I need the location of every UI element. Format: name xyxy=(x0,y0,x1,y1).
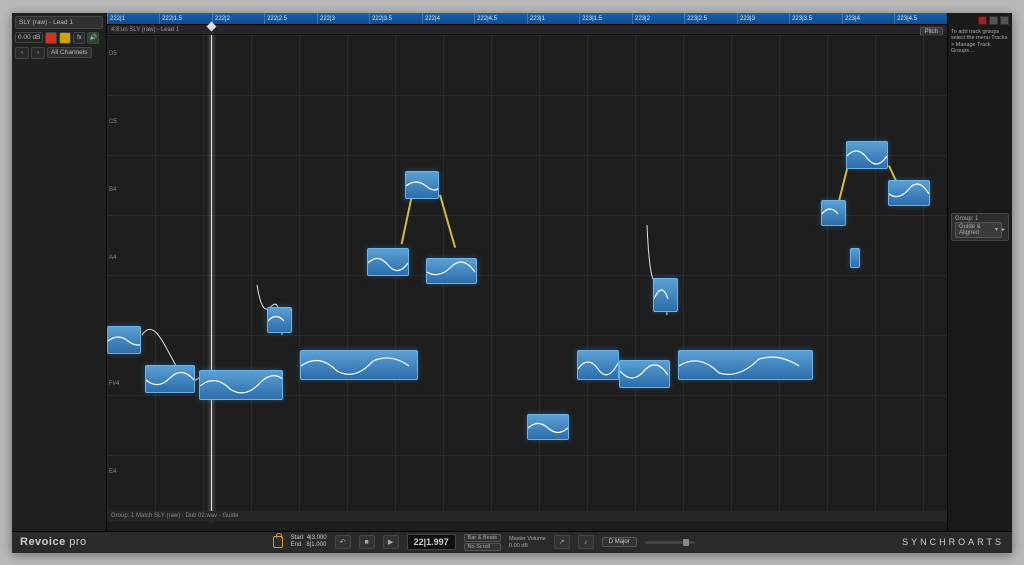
timeline-tick: 222|3 xyxy=(317,13,335,24)
note-block[interactable] xyxy=(107,326,141,354)
timeline-tick: 222|1.5 xyxy=(159,13,182,24)
timeline-tick: 223|4 xyxy=(842,13,860,24)
hint-text: To add track groups select the menu Trac… xyxy=(951,29,1009,55)
note-block[interactable] xyxy=(653,278,678,312)
transport-bar: Revoice pro Start 4|3.000 End 8|1.000 ↶ … xyxy=(12,531,1012,553)
chevron-right-icon[interactable]: ▸ xyxy=(1002,226,1005,233)
note-block[interactable] xyxy=(846,141,888,169)
timeline-tick: 222|1 xyxy=(107,13,125,24)
editor-canvas[interactable]: D5 C5 B4 A4 G4 F#4 E4 xyxy=(107,35,947,521)
group-title: Group: 1 xyxy=(955,216,978,222)
track-sidebar: SLY (raw) - Lead 1 0.00 dB fx 🔊 ‹ › All … xyxy=(12,13,107,531)
note-block[interactable] xyxy=(267,307,292,333)
record-arm-button[interactable] xyxy=(45,32,57,44)
note-block[interactable] xyxy=(527,414,569,440)
right-sidebar: To add track groups select the menu Trac… xyxy=(947,13,1012,531)
note-block[interactable] xyxy=(145,365,195,393)
window-min-icon[interactable] xyxy=(989,16,998,25)
chevron-down-icon: ▾ xyxy=(995,226,998,233)
next-button[interactable]: › xyxy=(31,47,45,59)
play-button[interactable]: ▶ xyxy=(383,535,399,549)
process-label: Group: 1 Match SLY (raw) · Dub 02.wav - … xyxy=(107,511,947,521)
master-volume-panel: Master Volume 0.00 dB xyxy=(509,536,546,549)
brand-logo: Revoice pro xyxy=(20,536,87,548)
note-block[interactable] xyxy=(850,248,860,268)
tool-tune-icon[interactable]: ♪ xyxy=(578,535,594,549)
timeline-tick: 222|2 xyxy=(212,13,230,24)
note-block[interactable] xyxy=(405,171,439,199)
fx-button[interactable]: fx xyxy=(73,32,85,44)
note-block[interactable] xyxy=(821,200,846,226)
position-display[interactable]: 22|1.997 xyxy=(407,534,456,550)
solo-button[interactable] xyxy=(59,32,71,44)
timeline-tick: 223|3.5 xyxy=(789,13,812,24)
note-block[interactable] xyxy=(577,350,619,380)
window-buttons xyxy=(951,16,1009,25)
timeline-tick: 222|2.5 xyxy=(264,13,287,24)
channel-selector[interactable]: All Channels xyxy=(47,47,92,58)
prev-button[interactable]: ‹ xyxy=(15,47,29,59)
note-block[interactable] xyxy=(678,350,812,380)
app-window: SLY (raw) - Lead 1 0.00 dB fx 🔊 ‹ › All … xyxy=(12,13,1012,553)
rewind-button[interactable]: ↶ xyxy=(335,535,351,549)
scroll-mode-selector[interactable]: No Scroll xyxy=(464,543,501,551)
key-selector[interactable]: D Major xyxy=(602,537,637,547)
gain-readout[interactable]: 0.00 dB xyxy=(15,32,43,43)
bar-beats-selector[interactable]: Bar & Beats xyxy=(464,534,501,542)
group-status-label: Guide & Aligned xyxy=(959,224,993,236)
zoom-slider[interactable] xyxy=(645,541,695,544)
group-panel: Group: 1 Guide & Aligned ▾ ▸ xyxy=(951,213,1009,241)
timeline-tick: 223|1.5 xyxy=(579,13,602,24)
brand-right: SYNCHROARTS xyxy=(902,537,1004,547)
track-controls-row: 0.00 dB fx 🔊 xyxy=(15,32,103,44)
timeline-tick: 223|2 xyxy=(632,13,650,24)
range-readout: Start 4|3.000 End 8|1.000 xyxy=(291,535,327,548)
monitor-icon[interactable]: 🔊 xyxy=(87,32,99,44)
note-block[interactable] xyxy=(300,350,418,380)
note-block[interactable] xyxy=(367,248,409,276)
pitch-curve-overlay xyxy=(107,35,947,521)
note-block[interactable] xyxy=(199,370,283,400)
window-max-icon[interactable] xyxy=(1000,16,1009,25)
note-block[interactable] xyxy=(619,360,669,388)
timeline-tick: 223|3 xyxy=(737,13,755,24)
timeline-tick: 222|3.5 xyxy=(369,13,392,24)
master-volume-value: 0.00 dB xyxy=(509,543,546,549)
track-name-header[interactable]: SLY (raw) - Lead 1 xyxy=(15,16,103,29)
tool-arrow-icon[interactable]: ↗ xyxy=(554,535,570,549)
note-block[interactable] xyxy=(426,258,476,284)
timeline-tick: 223|4.5 xyxy=(894,13,917,24)
timeline-ruler[interactable]: 222|1 222|1.5 222|2 222|2.5 222|3 222|3.… xyxy=(107,13,947,25)
clip-label: 4:8:un SLY (raw) - Lead 1 xyxy=(107,25,947,35)
lock-icon[interactable] xyxy=(273,536,283,548)
timeline-tick: 222|4 xyxy=(422,13,440,24)
pitch-editor[interactable]: 222|1 222|1.5 222|2 222|2.5 222|3 222|3.… xyxy=(107,13,947,531)
timeline-tick: 223|1 xyxy=(527,13,545,24)
group-status-dropdown[interactable]: Guide & Aligned ▾ xyxy=(955,222,1002,238)
stop-button[interactable]: ■ xyxy=(359,535,375,549)
display-mode-panel: Bar & Beats No Scroll xyxy=(464,534,501,551)
timeline-tick: 222|4.5 xyxy=(474,13,497,24)
timeline-tick: 223|2.5 xyxy=(684,13,707,24)
note-block[interactable] xyxy=(888,180,930,206)
window-close-icon[interactable] xyxy=(978,16,987,25)
master-volume-label: Master Volume xyxy=(509,536,546,542)
